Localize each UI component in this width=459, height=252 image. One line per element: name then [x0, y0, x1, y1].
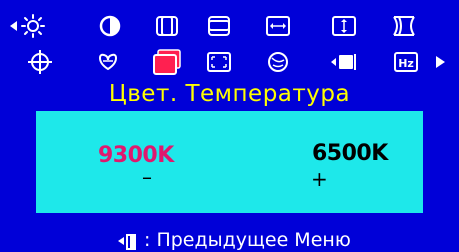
language-icon[interactable]: [20, 46, 60, 78]
osd-icon-menu: Hz: [0, 0, 459, 82]
contrast-icon[interactable]: [90, 10, 130, 42]
monitor-osd: Hz Цвет. Температура 9300K – 6500K + : П…: [0, 0, 459, 252]
h-size-icon[interactable]: [258, 10, 298, 42]
option-6500k[interactable]: 6500K: [312, 141, 388, 166]
zoom-icon[interactable]: [199, 46, 239, 78]
icon-row-1: [0, 10, 459, 46]
exit-door-icon[interactable]: [116, 231, 140, 251]
footer-bar: : Предыдущее Меню: [0, 224, 459, 252]
color-temperature-icon[interactable]: [147, 46, 187, 78]
input-icon[interactable]: [324, 46, 364, 78]
recall-icon[interactable]: [88, 46, 128, 78]
frequency-icon[interactable]: Hz: [386, 46, 426, 78]
decrease-sign: –: [142, 165, 152, 189]
svg-text:Hz: Hz: [398, 57, 414, 70]
v-size-icon[interactable]: [324, 10, 364, 42]
h-position-icon[interactable]: [147, 10, 187, 42]
pincushion-icon[interactable]: [384, 10, 424, 42]
icon-row-2: Hz: [0, 46, 459, 82]
v-position-icon[interactable]: [199, 10, 239, 42]
footer-previous-menu: : Предыдущее Меню: [144, 229, 351, 251]
degauss-icon[interactable]: [258, 46, 298, 78]
option-9300k[interactable]: 9300K: [98, 143, 174, 168]
right-arrow-icon[interactable]: [428, 46, 452, 78]
increase-sign: +: [311, 167, 328, 191]
menu-title: Цвет. Температура: [108, 81, 351, 107]
left-arrow-icon[interactable]: [6, 10, 46, 42]
